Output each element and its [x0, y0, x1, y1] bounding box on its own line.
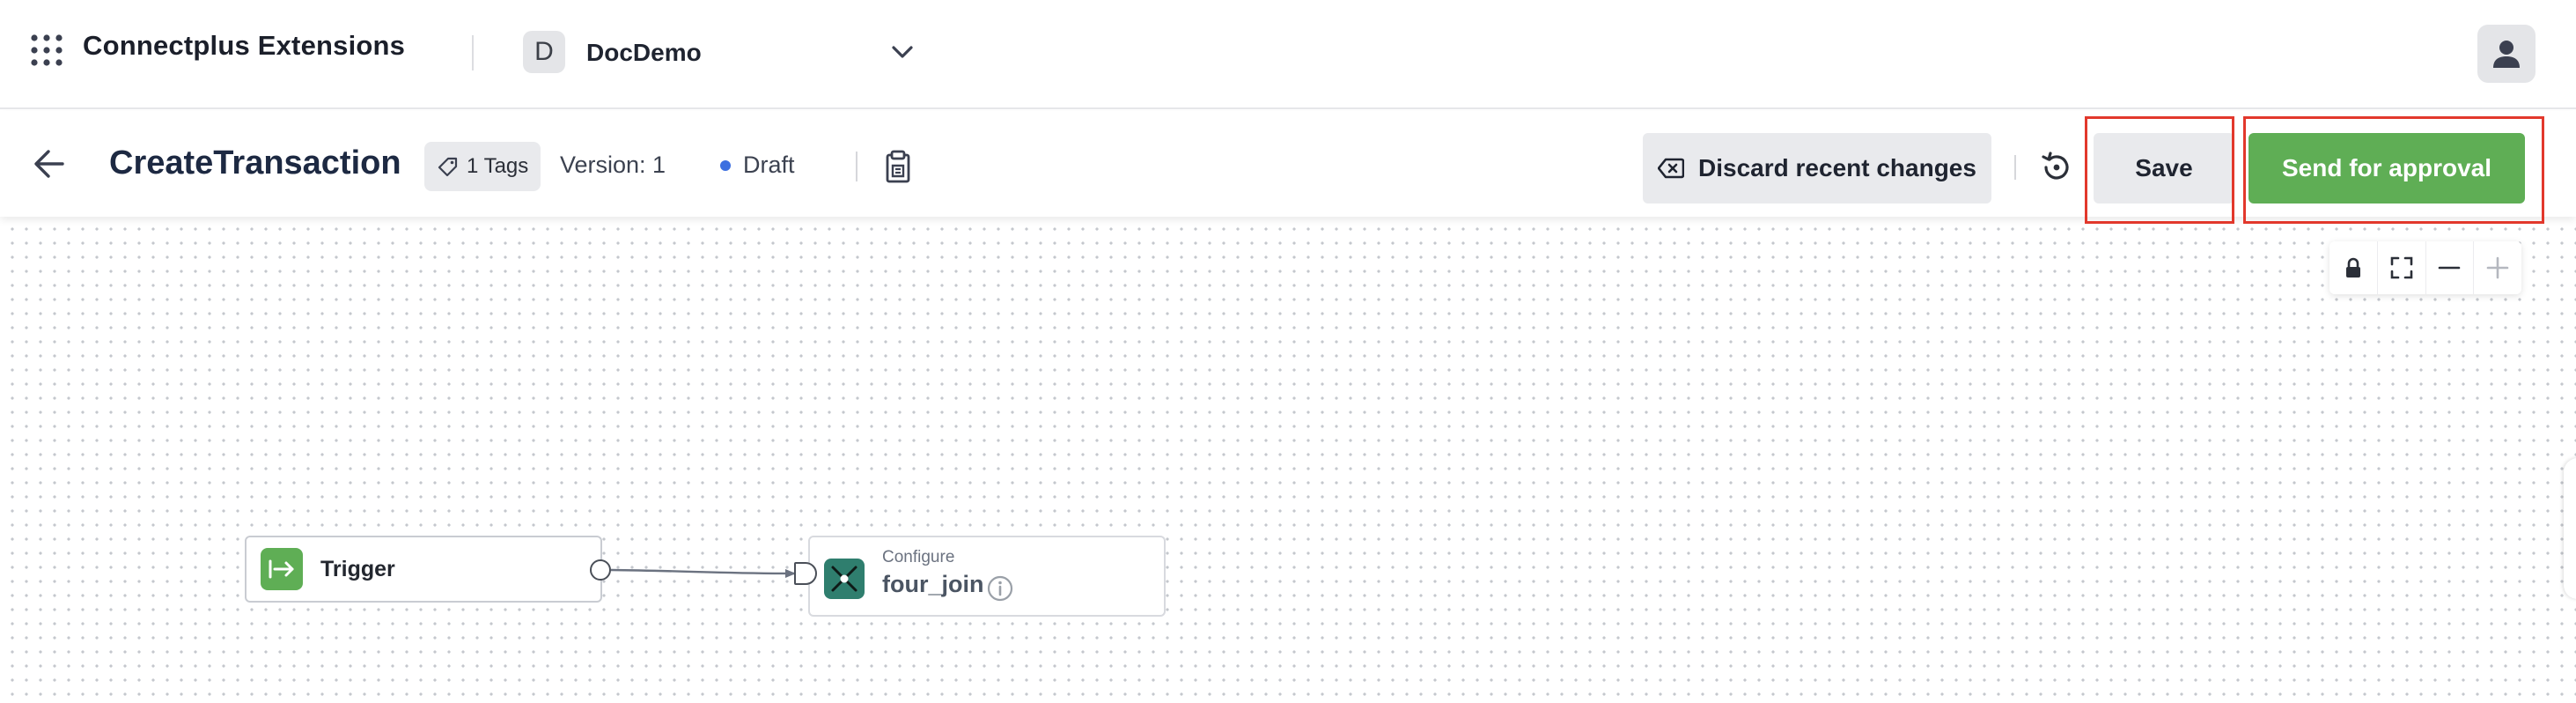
fit-view-button[interactable]: [2378, 241, 2426, 294]
tags-label: 1 Tags: [467, 154, 529, 178]
org-selector-label[interactable]: DocDemo: [586, 39, 702, 67]
tag-icon: [438, 157, 458, 177]
app-title: Connectplus Extensions: [83, 30, 406, 61]
chevron-down-icon[interactable]: [889, 42, 916, 62]
document-icon[interactable]: [882, 150, 914, 183]
user-avatar-button[interactable]: [2477, 25, 2536, 83]
divider: [856, 152, 857, 181]
discard-changes-button[interactable]: Discard recent changes: [1643, 133, 1991, 204]
divider: [472, 35, 474, 70]
trigger-output-port[interactable]: [590, 559, 611, 581]
fit-view-icon: [2390, 256, 2412, 279]
side-panel-handle[interactable]: [2564, 458, 2576, 599]
status-dot: [720, 159, 731, 171]
send-for-approval-button[interactable]: Send for approval: [2248, 133, 2525, 204]
org-avatar[interactable]: D: [523, 31, 565, 73]
top-app-bar: Connectplus Extensions D DocDemo: [0, 0, 2576, 109]
discard-label: Discard recent changes: [1698, 154, 1976, 181]
zoom-out-button[interactable]: [2426, 241, 2475, 294]
workflow-canvas[interactable]: [0, 217, 2576, 703]
tags-chip[interactable]: 1 Tags: [424, 142, 541, 191]
join-icon: [824, 559, 865, 599]
status-label: Draft: [743, 152, 795, 178]
minus-icon: [2439, 266, 2461, 270]
trigger-label: Trigger: [320, 556, 395, 581]
divider: [2014, 155, 2016, 180]
lock-icon: [2345, 257, 2360, 278]
save-button[interactable]: Save: [2094, 133, 2234, 204]
plus-icon: [2486, 256, 2509, 279]
status-badge: Draft: [720, 152, 795, 179]
backspace-icon: [1658, 158, 1685, 179]
lock-button[interactable]: [2329, 241, 2378, 294]
version-label: Version: 1: [560, 152, 666, 178]
grid-dots-icon[interactable]: [30, 33, 63, 67]
node-kicker: Configure: [882, 548, 955, 566]
join-input-port[interactable]: [794, 562, 817, 585]
user-icon: [2493, 41, 2520, 68]
node-name: four_join: [882, 571, 984, 597]
page-title: CreateTransaction: [109, 144, 401, 181]
arrow-right-bar-icon: [261, 548, 303, 590]
canvas-controls: [2329, 241, 2521, 294]
workflow-header: CreateTransaction 1 Tags Version: 1 Draf…: [0, 111, 2576, 224]
history-icon[interactable]: [2039, 150, 2074, 185]
trigger-node[interactable]: Trigger: [245, 536, 602, 603]
arrow-left-icon[interactable]: [33, 149, 65, 179]
join-node[interactable]: Configure four_join: [808, 536, 1166, 617]
info-icon[interactable]: [986, 574, 1014, 603]
zoom-in-button[interactable]: [2474, 241, 2521, 294]
